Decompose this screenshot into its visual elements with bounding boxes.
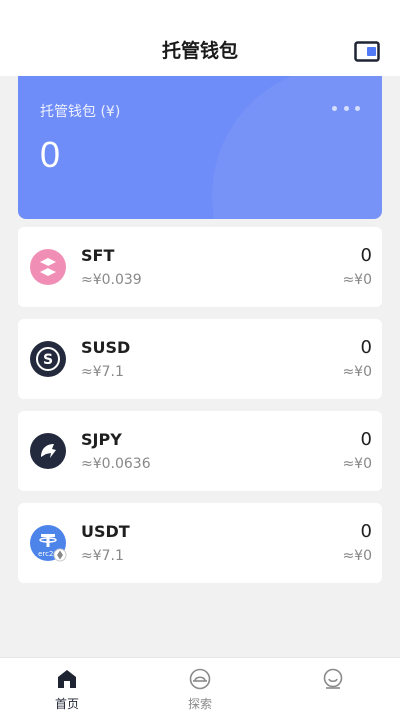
token-amount: 0 [360, 429, 372, 450]
page-title: 托管钱包 [161, 40, 238, 62]
home-icon [58, 670, 76, 688]
header: 托管钱包 [0, 0, 400, 76]
bottom-tab-bar: 首页 探索 [0, 657, 400, 711]
usdt-icon: erc20 [30, 525, 67, 562]
token-amount: 0 [360, 521, 372, 542]
token-card-sft[interactable]: SFT ≈¥0.039 0 ≈¥0 [18, 227, 382, 307]
token-price: ≈¥7.1 [81, 548, 124, 564]
balance-card[interactable]: 托管钱包 (¥) 0 [18, 76, 382, 219]
token-symbol: SFT [81, 246, 115, 265]
sjpy-icon [30, 433, 66, 469]
sft-icon [30, 249, 66, 285]
tab-home[interactable]: 首页 [27, 658, 107, 711]
wallet-icon[interactable] [354, 41, 380, 62]
token-price: ≈¥7.1 [81, 364, 124, 380]
more-dots-icon[interactable] [332, 100, 360, 116]
card-decoration [212, 76, 382, 219]
token-amount: 0 [360, 245, 372, 266]
token-price: ≈¥0.039 [81, 272, 142, 288]
balance-label: 托管钱包 (¥) [40, 104, 121, 120]
token-symbol: USDT [81, 522, 130, 541]
profile-icon [323, 668, 343, 689]
token-value: ≈¥0 [342, 272, 372, 288]
explore-icon [189, 668, 211, 690]
token-symbol: SUSD [81, 338, 131, 357]
svg-text:S: S [43, 352, 53, 368]
tab-label: 探索 [187, 697, 212, 711]
tab-label: 首页 [54, 697, 79, 711]
token-value: ≈¥0 [342, 364, 372, 380]
balance-value: 0 [40, 134, 61, 175]
token-price: ≈¥0.0636 [81, 456, 151, 472]
token-symbol: SJPY [81, 430, 122, 449]
token-card-sjpy[interactable]: SJPY ≈¥0.0636 0 ≈¥0 [18, 411, 382, 491]
susd-icon: S [30, 341, 66, 377]
token-amount: 0 [360, 337, 372, 358]
token-card-susd[interactable]: S SUSD ≈¥7.1 0 ≈¥0 [18, 319, 382, 399]
token-value: ≈¥0 [342, 456, 372, 472]
tab-profile[interactable] [293, 658, 373, 711]
app-screen: 托管钱包 托管钱包 (¥) 0 SFT ≈¥0.039 0 ≈¥0 S SUSD… [0, 0, 400, 711]
tab-explore[interactable]: 探索 [160, 658, 240, 711]
token-value: ≈¥0 [342, 548, 372, 564]
token-card-usdt[interactable]: erc20 USDT ≈¥7.1 0 ≈¥0 [18, 503, 382, 583]
